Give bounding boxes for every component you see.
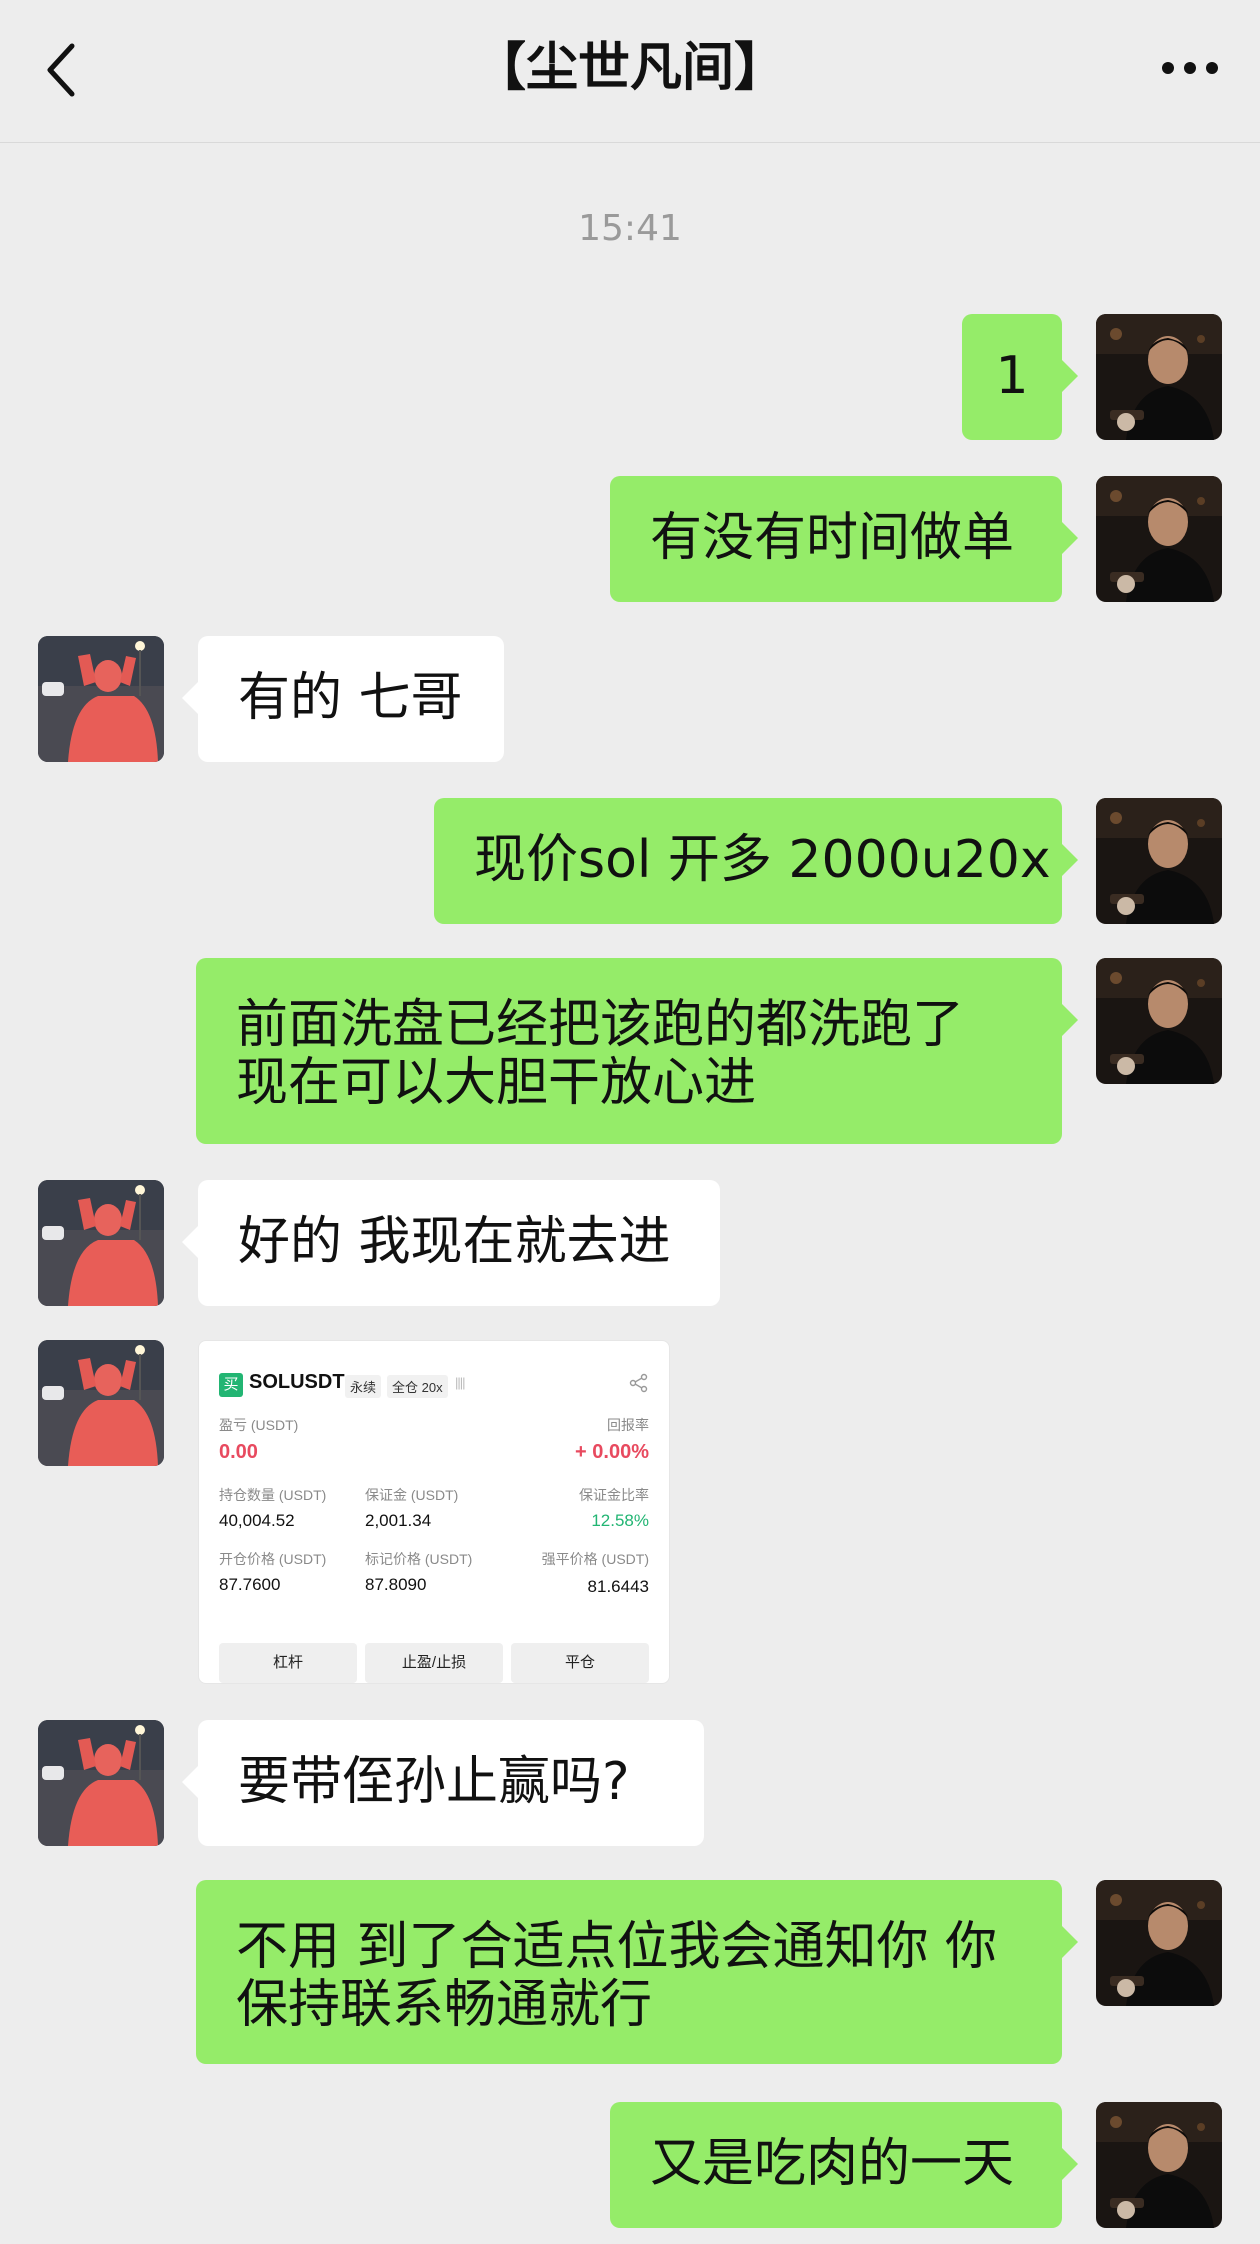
position-screenshot-card[interactable]: 买 SOLUSDT 永续 全仓 20x |||| 盈亏 (USDT) 0.00 … xyxy=(198,1340,670,1684)
message-bubble[interactable]: 有的 七哥 xyxy=(182,636,504,762)
contact-avatar[interactable] xyxy=(38,636,164,762)
liq-price-value: 81.6443 xyxy=(587,1577,649,1596)
liq-price-label: 强平价格 (USDT) xyxy=(541,1551,649,1567)
my-avatar[interactable] xyxy=(1096,1880,1222,2006)
my-avatar[interactable] xyxy=(1096,798,1222,924)
signal-bars-icon: |||| xyxy=(455,1375,465,1390)
pnl-value: 0.00 xyxy=(219,1441,258,1463)
message-bubble[interactable]: 好的 我现在就去进 xyxy=(182,1180,720,1306)
message-bubble[interactable]: 1 xyxy=(962,314,1078,440)
margin-label: 保证金 (USDT) xyxy=(365,1487,459,1503)
message-bubble[interactable]: 又是吃肉的一天 xyxy=(610,2102,1078,2228)
mark-price-label: 标记价格 (USDT) xyxy=(365,1551,473,1567)
buy-badge: 买 xyxy=(219,1373,243,1397)
margin-ratio-label: 保证金比率 xyxy=(579,1487,649,1503)
contact-avatar[interactable] xyxy=(38,1180,164,1306)
chat-title: 【尘世凡间】 xyxy=(473,38,786,98)
share-icon xyxy=(629,1373,648,1393)
roe-value: + 0.00% xyxy=(575,1441,649,1463)
message-timestamp: 15:41 xyxy=(578,208,682,249)
margin-value: 2,001.34 xyxy=(365,1511,432,1530)
roe-label: 回报率 xyxy=(607,1417,649,1433)
message-bubble[interactable]: 前面洗盘已经把该跑的都洗跑了 现在可以大胆干放心进 xyxy=(196,958,1078,1144)
close-position-button[interactable]: 平仓 xyxy=(511,1643,649,1683)
symbol-name: SOLUSDT xyxy=(249,1371,345,1393)
tp-sl-button[interactable]: 止盈/止损 xyxy=(365,1643,503,1683)
message-bubble[interactable]: 有没有时间做单 xyxy=(610,476,1078,602)
my-avatar[interactable] xyxy=(1096,476,1222,602)
message-line: 保持联系畅通就行 xyxy=(236,1975,653,2035)
entry-price-label: 开仓价格 (USDT) xyxy=(219,1551,327,1567)
message-bubble[interactable]: 要带侄孙止赢吗? xyxy=(182,1720,704,1846)
mark-price-value: 87.8090 xyxy=(365,1575,427,1594)
entry-price-value: 87.7600 xyxy=(219,1575,281,1594)
message-line: 现在可以大胆干放心进 xyxy=(236,1053,757,1113)
margin-ratio-value: 12.58% xyxy=(591,1511,649,1530)
contact-avatar[interactable] xyxy=(38,1720,164,1846)
more-dots-icon[interactable] xyxy=(1160,56,1220,80)
perpetual-tag: 永续 xyxy=(345,1375,382,1398)
nav-bar: 【尘世凡间】 xyxy=(0,0,1260,143)
message-line: 不用 到了合适点位我会通知你 你 xyxy=(236,1917,998,1977)
contact-avatar[interactable] xyxy=(38,1340,164,1466)
size-value: 40,004.52 xyxy=(219,1511,295,1530)
pnl-label: 盈亏 (USDT) xyxy=(219,1417,299,1433)
my-avatar[interactable] xyxy=(1096,958,1222,1084)
leverage-button[interactable]: 杠杆 xyxy=(219,1643,357,1683)
margin-mode-tag: 全仓 20x xyxy=(387,1375,448,1398)
message-bubble[interactable]: 不用 到了合适点位我会通知你 你 保持联系畅通就行 xyxy=(196,1880,1078,2064)
my-avatar[interactable] xyxy=(1096,2102,1222,2228)
my-avatar[interactable] xyxy=(1096,314,1222,440)
message-line: 前面洗盘已经把该跑的都洗跑了 xyxy=(236,995,965,1055)
message-bubble[interactable]: 现价sol 开多 2000u20x xyxy=(434,798,1078,924)
size-label: 持仓数量 (USDT) xyxy=(219,1487,327,1503)
